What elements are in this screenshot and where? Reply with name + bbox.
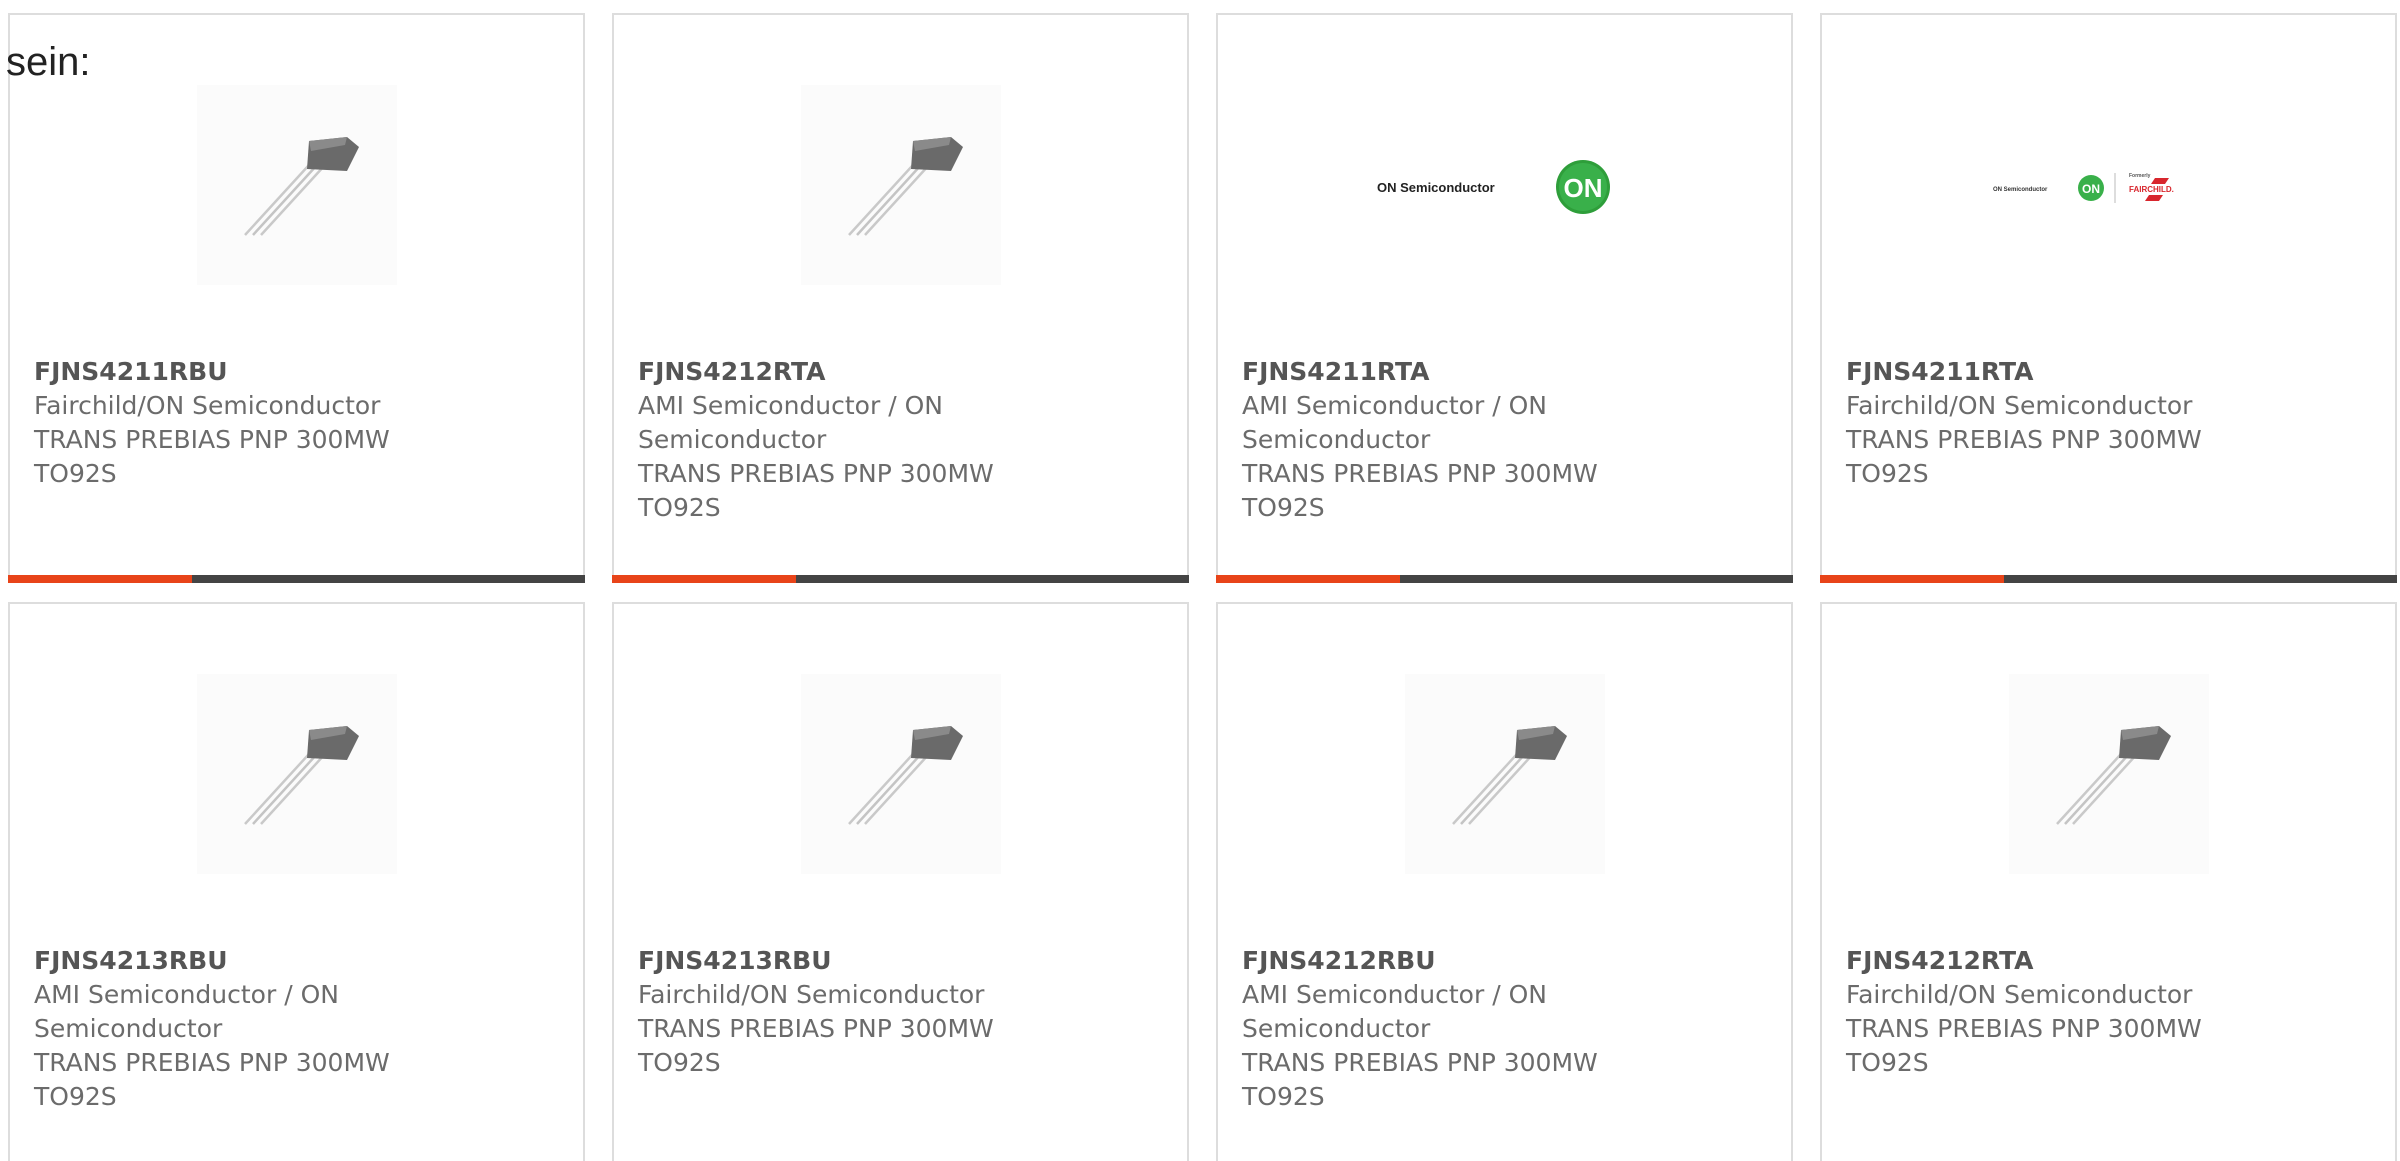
to92-transistor-icon [196, 85, 397, 285]
logo-badge: ON [1563, 173, 1602, 203]
to92-transistor-icon [196, 674, 397, 874]
product-info: FJNS4211RTA Fairchild/ON Semiconductor T… [1846, 355, 2371, 491]
card-footer-bar [8, 575, 585, 583]
product-grid-page: sein: FJNS4211RBU Fairchild/ON Semicondu… [0, 0, 2400, 1161]
logo-formerly: Formerly [2129, 173, 2151, 179]
card-accent [1820, 575, 2004, 583]
on-semiconductor-logo[interactable]: ON Semiconductor ON [1375, 85, 1635, 285]
transistor-image[interactable] [800, 85, 1001, 285]
product-info: FJNS4213RBU Fairchild/ON Semiconductor T… [638, 944, 1163, 1080]
description: TRANS PREBIAS PNP 300MW TO92S [638, 1014, 994, 1077]
on-fairchild-logo-icon: ON Semiconductor ON Formerly FAIRCHILD. [1993, 173, 2174, 203]
description: TRANS PREBIAS PNP 300MW TO92S [1242, 459, 1598, 522]
description: TRANS PREBIAS PNP 300MW TO92S [1846, 1014, 2202, 1077]
part-number[interactable]: FJNS4211RBU [34, 355, 559, 389]
part-number[interactable]: FJNS4211RTA [1846, 355, 2371, 389]
product-grid: FJNS4211RBU Fairchild/ON Semiconductor T… [0, 0, 2400, 1161]
product-info: FJNS4211RTA AMI Semiconductor / ON Semic… [1242, 355, 1767, 525]
part-number[interactable]: FJNS4212RTA [1846, 944, 2371, 978]
manufacturer: AMI Semiconductor / ON Semiconductor [34, 980, 339, 1043]
logo-text: ON Semiconductor [1993, 187, 2048, 193]
manufacturer: AMI Semiconductor / ON Semiconductor [1242, 980, 1547, 1043]
part-number[interactable]: FJNS4212RTA [638, 355, 1163, 389]
product-card[interactable]: FJNS4212RTA Fairchild/ON Semiconductor T… [1820, 602, 2397, 1161]
on-fairchild-logo[interactable]: ON Semiconductor ON Formerly FAIRCHILD. [1979, 85, 2239, 285]
description: TRANS PREBIAS PNP 300MW TO92S [34, 425, 390, 488]
product-card[interactable]: FJNS4212RBU AMI Semiconductor / ON Semic… [1216, 602, 1793, 1161]
manufacturer: Fairchild/ON Semiconductor [34, 391, 381, 420]
manufacturer: Fairchild/ON Semiconductor [1846, 391, 2193, 420]
to92-transistor-icon [800, 85, 1001, 285]
product-card[interactable]: ON Semiconductor ON FJNS4211RTA AMI Semi… [1216, 13, 1793, 583]
description: TRANS PREBIAS PNP 300MW TO92S [638, 459, 994, 522]
to92-transistor-icon [800, 674, 1001, 874]
part-number[interactable]: FJNS4211RTA [1242, 355, 1767, 389]
logo-brand: FAIRCHILD. [2129, 185, 2174, 194]
logo-badge: ON [2082, 182, 2100, 196]
to92-transistor-icon [2008, 674, 2209, 874]
product-info: FJNS4212RTA Fairchild/ON Semiconductor T… [1846, 944, 2371, 1080]
product-card[interactable]: FJNS4213RBU Fairchild/ON Semiconductor T… [612, 602, 1189, 1161]
card-accent [8, 575, 192, 583]
to92-transistor-icon [1404, 674, 1605, 874]
transistor-image[interactable] [2008, 674, 2209, 874]
part-number[interactable]: FJNS4213RBU [34, 944, 559, 978]
manufacturer: AMI Semiconductor / ON Semiconductor [638, 391, 943, 454]
product-card[interactable]: ON Semiconductor ON Formerly FAIRCHILD. … [1820, 13, 2397, 583]
manufacturer: Fairchild/ON Semiconductor [638, 980, 985, 1009]
manufacturer: AMI Semiconductor / ON Semiconductor [1242, 391, 1547, 454]
product-info: FJNS4213RBU AMI Semiconductor / ON Semic… [34, 944, 559, 1114]
description: TRANS PREBIAS PNP 300MW TO92S [34, 1048, 390, 1111]
logo-text: ON Semiconductor [1377, 180, 1495, 195]
description: TRANS PREBIAS PNP 300MW TO92S [1846, 425, 2202, 488]
transistor-image[interactable] [1404, 674, 1605, 874]
product-info: FJNS4212RTA AMI Semiconductor / ON Semic… [638, 355, 1163, 525]
description: TRANS PREBIAS PNP 300MW TO92S [1242, 1048, 1598, 1111]
product-card[interactable]: FJNS4213RBU AMI Semiconductor / ON Semic… [8, 602, 585, 1161]
product-card[interactable]: FJNS4211RBU Fairchild/ON Semiconductor T… [8, 13, 585, 583]
transistor-image[interactable] [196, 674, 397, 874]
transistor-image[interactable] [196, 85, 397, 285]
manufacturer: Fairchild/ON Semiconductor [1846, 980, 2193, 1009]
card-footer-bar [1820, 575, 2397, 583]
intro-text: sein: [6, 40, 91, 84]
part-number[interactable]: FJNS4212RBU [1242, 944, 1767, 978]
transistor-image[interactable] [800, 674, 1001, 874]
product-card[interactable]: FJNS4212RTA AMI Semiconductor / ON Semic… [612, 13, 1189, 583]
part-number[interactable]: FJNS4213RBU [638, 944, 1163, 978]
on-semiconductor-logo-icon: ON Semiconductor ON [1377, 160, 1610, 214]
card-accent [1216, 575, 1400, 583]
card-footer-bar [1216, 575, 1793, 583]
product-info: FJNS4212RBU AMI Semiconductor / ON Semic… [1242, 944, 1767, 1114]
card-accent [612, 575, 796, 583]
card-footer-bar [612, 575, 1189, 583]
product-info: FJNS4211RBU Fairchild/ON Semiconductor T… [34, 355, 559, 491]
